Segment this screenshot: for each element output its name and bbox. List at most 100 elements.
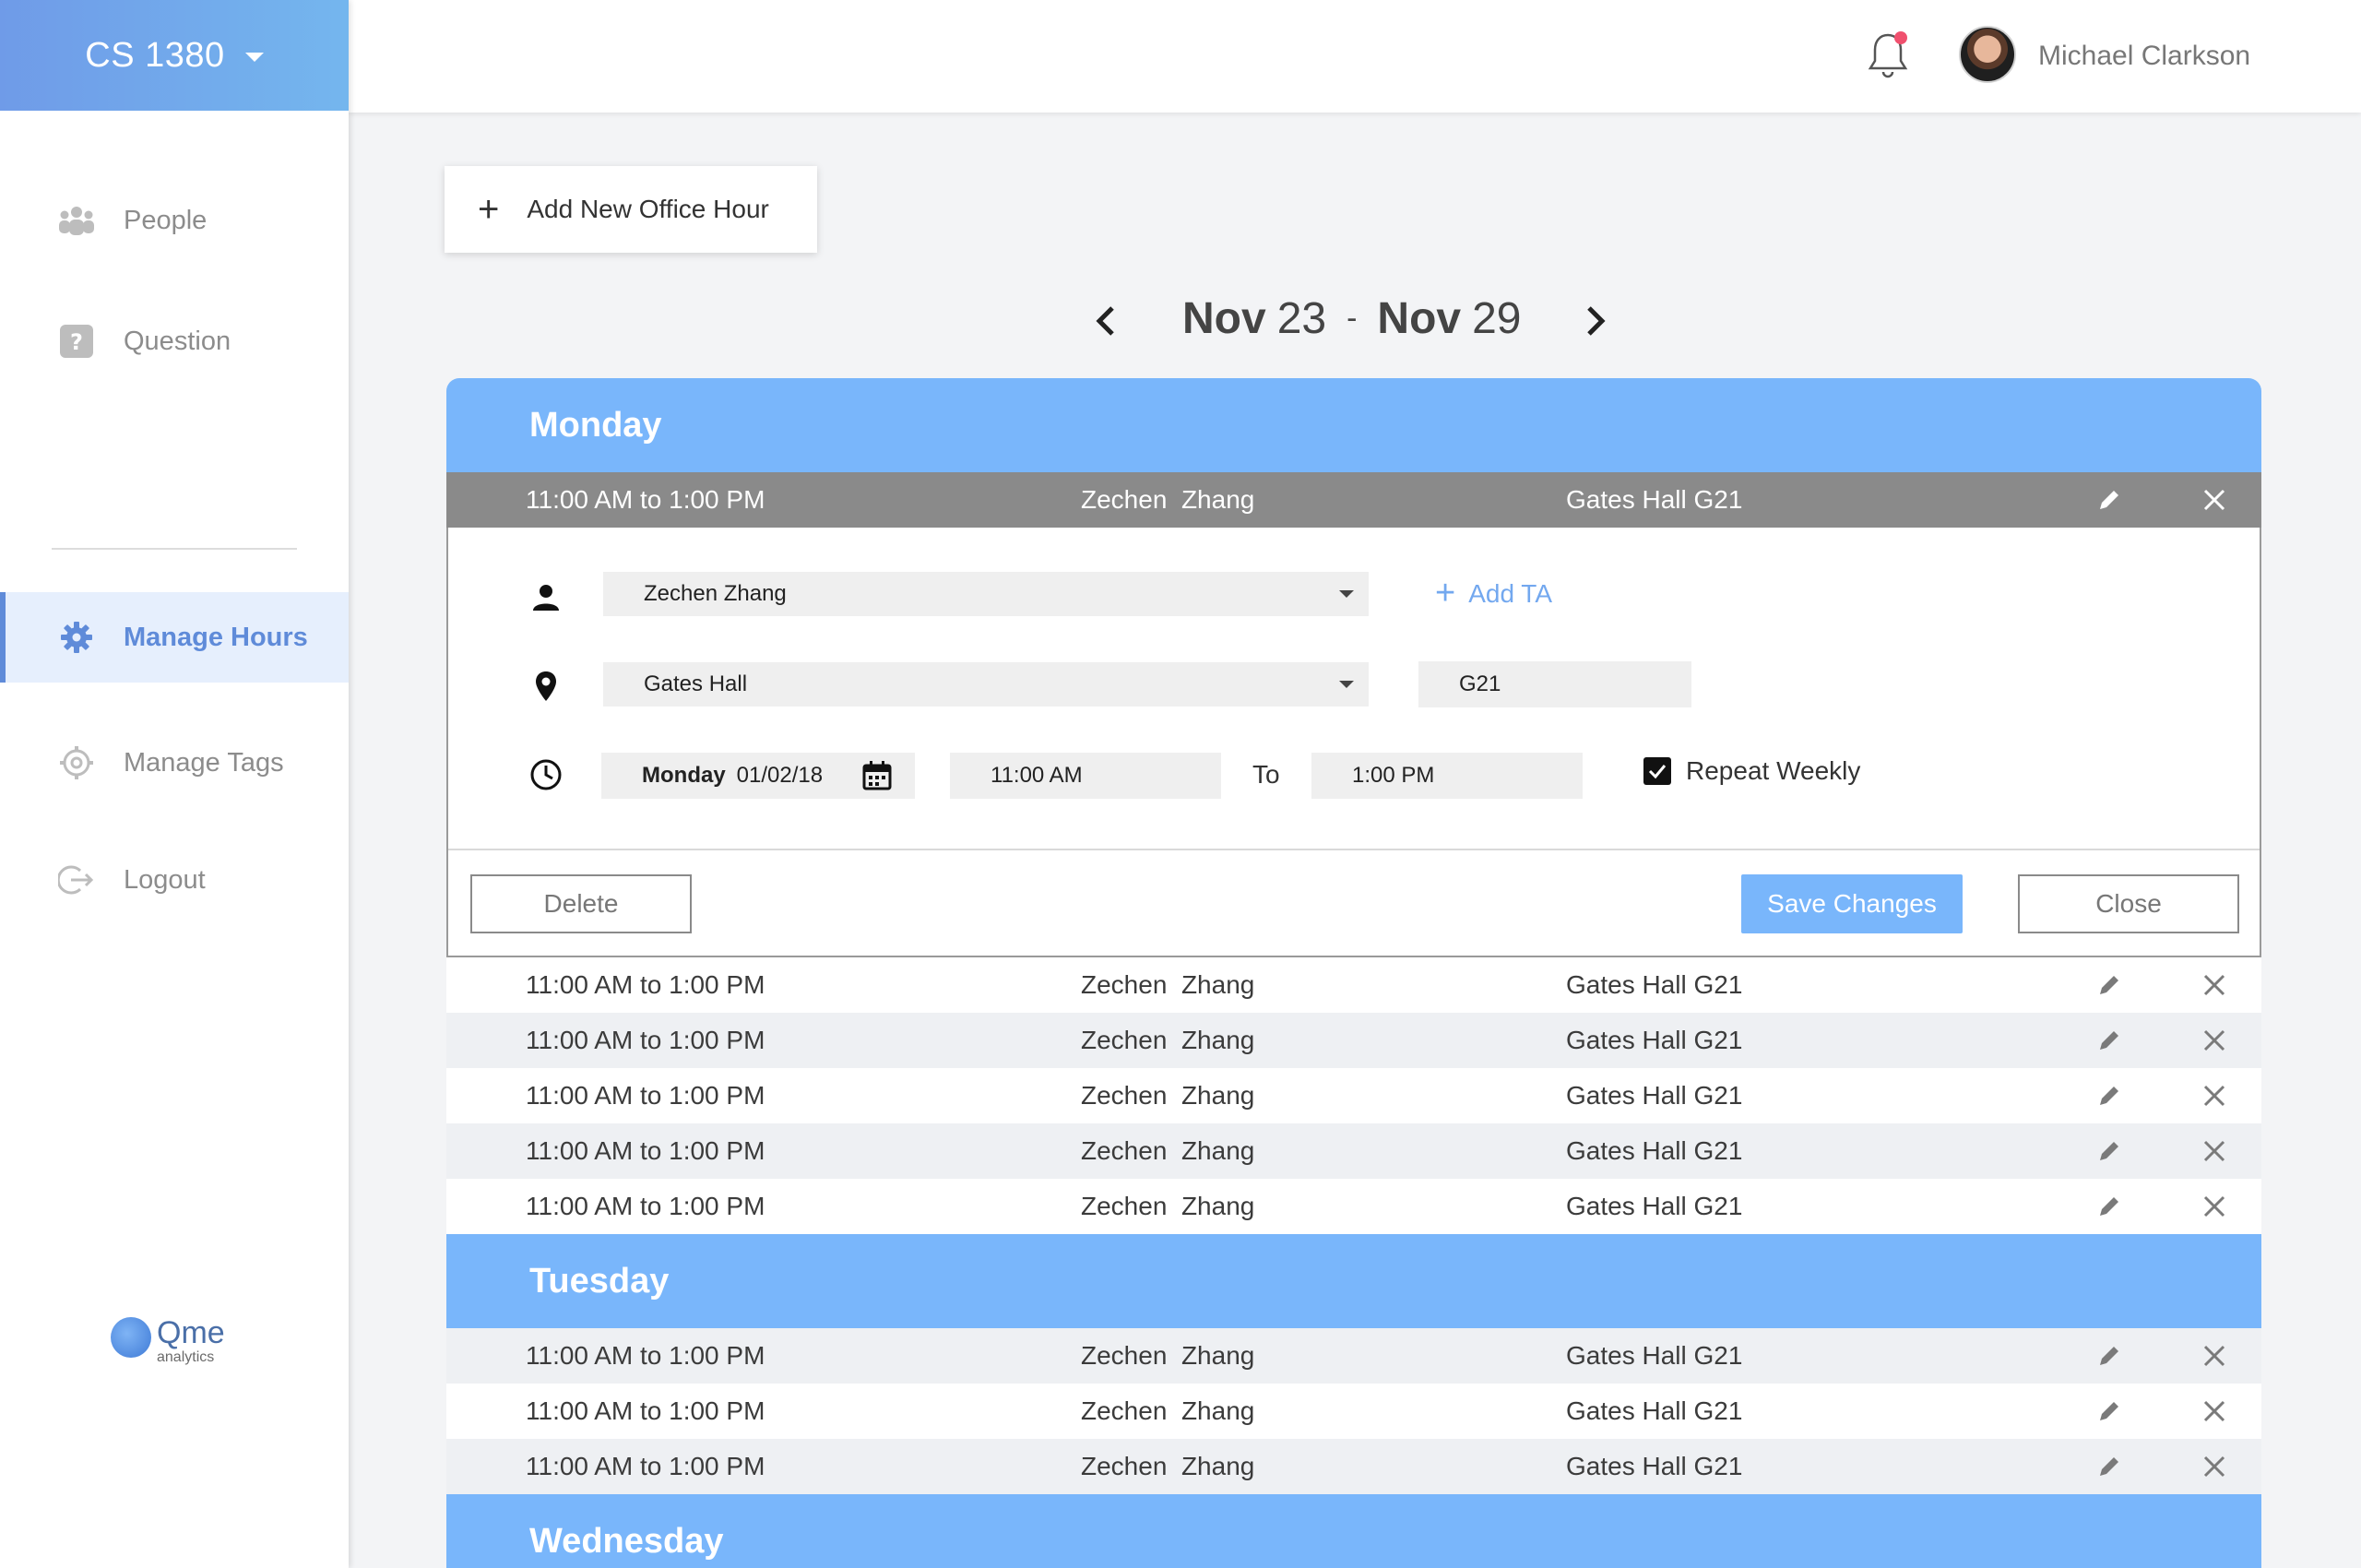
calendar-icon[interactable] [861, 760, 893, 798]
table-row[interactable]: 11:00 AM to 1:00 PM Zechen Zhang Gates H… [446, 1013, 2261, 1068]
row-location: Gates Hall G21 [1566, 1026, 1743, 1054]
row-ta: Zechen Zhang [1081, 970, 1255, 999]
sidebar-divider [52, 548, 297, 550]
edit-button[interactable] [2095, 486, 2123, 514]
sidebar-item-logout[interactable]: Logout [0, 835, 349, 925]
close-icon [2203, 1455, 2225, 1478]
sidebar-item-people[interactable]: People [0, 175, 349, 266]
pencil-icon [2100, 1457, 2118, 1476]
edit-button[interactable] [2095, 1027, 2123, 1054]
row-ta: Zechen Zhang [1081, 1396, 1255, 1425]
start-time-value: 11:00 AM [991, 763, 1083, 788]
pencil-icon [2100, 976, 2118, 994]
avatar[interactable] [1959, 26, 2016, 83]
date-input[interactable]: Monday 01/02/18 [601, 753, 915, 799]
question-icon: ? [53, 318, 100, 364]
row-location: Gates Hall G21 [1566, 1452, 1743, 1480]
to-label: To [1252, 760, 1280, 789]
pencil-icon [2100, 1142, 2118, 1160]
row-time: 11:00 AM to 1:00 PM [526, 485, 765, 514]
edit-button[interactable] [2095, 1342, 2123, 1370]
close-icon [2203, 489, 2225, 511]
delete-row-button[interactable] [2201, 1027, 2228, 1054]
caret-down-icon [244, 53, 264, 62]
delete-row-button[interactable] [2201, 1137, 2228, 1165]
row-ta: Zechen Zhang [1081, 1136, 1255, 1165]
delete-row-button[interactable] [2201, 1453, 2228, 1480]
row-ta: Zechen Zhang [1081, 485, 1255, 514]
pencil-icon [2100, 491, 2118, 509]
row-ta: Zechen Zhang [1081, 1452, 1255, 1480]
delete-row-button[interactable] [2201, 971, 2228, 999]
close-icon [2203, 1195, 2225, 1218]
room-input[interactable]: G21 [1418, 661, 1691, 707]
edit-button[interactable] [2095, 1082, 2123, 1110]
row-ta: Zechen Zhang [1081, 1026, 1255, 1054]
week-navigator: Nov 23 - Nov 29 [1088, 277, 1607, 360]
repeat-weekly-checkbox[interactable]: Repeat Weekly [1643, 756, 1860, 786]
top-bar: Michael Clarkson [349, 0, 2361, 113]
date-day: Monday [642, 763, 726, 788]
course-selector[interactable]: CS 1380 [0, 0, 349, 111]
sidebar-item-label: Question [124, 326, 231, 356]
chevron-left-icon [1096, 306, 1114, 336]
delete-button[interactable]: Delete [470, 874, 692, 933]
delete-row-button[interactable] [2201, 486, 2228, 514]
add-ta-button[interactable]: + Add TA [1435, 574, 1552, 613]
plus-icon: + [1435, 574, 1456, 612]
caret-down-icon [1339, 590, 1354, 598]
username[interactable]: Michael Clarkson [2038, 41, 2250, 72]
tag-gear-icon [53, 740, 100, 786]
row-ta: Zechen Zhang [1081, 1081, 1255, 1110]
edit-button[interactable] [2095, 1137, 2123, 1165]
pencil-icon [2100, 1087, 2118, 1105]
brand-logo: Qme analytics [111, 1317, 225, 1365]
sidebar-item-question[interactable]: ? Question [0, 296, 349, 386]
edit-button[interactable] [2095, 1193, 2123, 1220]
notification-bell[interactable] [1859, 28, 1916, 85]
week-separator: - [1347, 300, 1358, 336]
delete-row-button[interactable] [2201, 1193, 2228, 1220]
table-row[interactable]: 11:00 AM to 1:00 PM Zechen Zhang Gates H… [446, 1328, 2261, 1384]
delete-row-button[interactable] [2201, 1397, 2228, 1425]
sidebar-item-manage-tags[interactable]: Manage Tags [0, 718, 349, 808]
day-header-tuesday: Tuesday [446, 1234, 2261, 1328]
table-row[interactable]: 11:00 AM to 1:00 PM Zechen Zhang Gates H… [446, 1439, 2261, 1494]
close-button[interactable]: Close [2018, 874, 2239, 933]
save-changes-button[interactable]: Save Changes [1741, 874, 1963, 933]
table-row[interactable]: 11:00 AM to 1:00 PM Zechen Zhang Gates H… [446, 1123, 2261, 1179]
next-week-button[interactable] [1576, 300, 1613, 337]
add-office-hour-button[interactable]: + Add New Office Hour [445, 166, 817, 253]
table-row[interactable]: 11:00 AM to 1:00 PM Zechen Zhang Gates H… [446, 957, 2261, 1013]
ta-select[interactable]: Zechen Zhang [603, 572, 1369, 616]
edit-button[interactable] [2095, 971, 2123, 999]
close-icon [2203, 974, 2225, 996]
table-row[interactable]: 11:00 AM to 1:00 PM Zechen Zhang Gates H… [446, 1179, 2261, 1234]
prev-week-button[interactable] [1088, 300, 1125, 337]
close-icon [2203, 1345, 2225, 1367]
edit-button[interactable] [2095, 1397, 2123, 1425]
building-select[interactable]: Gates Hall [603, 662, 1369, 707]
repeat-weekly-label: Repeat Weekly [1686, 756, 1861, 785]
start-time-input[interactable]: 11:00 AM [950, 753, 1221, 799]
person-icon [528, 579, 564, 616]
plus-icon: + [478, 188, 500, 230]
checkbox-checked-icon [1643, 757, 1671, 785]
table-row[interactable]: 11:00 AM to 1:00 PM Zechen Zhang Gates H… [446, 1068, 2261, 1123]
row-time: 11:00 AM to 1:00 PM [526, 1081, 765, 1110]
qme-logo-icon [111, 1317, 151, 1358]
table-row[interactable]: 11:00 AM to 1:00 PM Zechen Zhang Gates H… [446, 1384, 2261, 1439]
delete-row-button[interactable] [2201, 1342, 2228, 1370]
week-end-day: 29 [1472, 293, 1522, 343]
delete-row-button[interactable] [2201, 1082, 2228, 1110]
end-time-input[interactable]: 1:00 PM [1311, 753, 1583, 799]
room-value: G21 [1459, 671, 1501, 696]
table-row[interactable]: 11:00 AM to 1:00 PM Zechen Zhang Gates H… [446, 472, 2261, 528]
close-icon [2203, 1085, 2225, 1107]
chevron-right-icon [1587, 306, 1607, 336]
pencil-icon [2100, 1197, 2118, 1216]
row-ta: Zechen Zhang [1081, 1341, 1255, 1370]
sidebar-item-manage-hours[interactable]: Manage Hours [0, 592, 349, 683]
ta-select-value: Zechen Zhang [644, 581, 787, 606]
edit-button[interactable] [2095, 1453, 2123, 1480]
